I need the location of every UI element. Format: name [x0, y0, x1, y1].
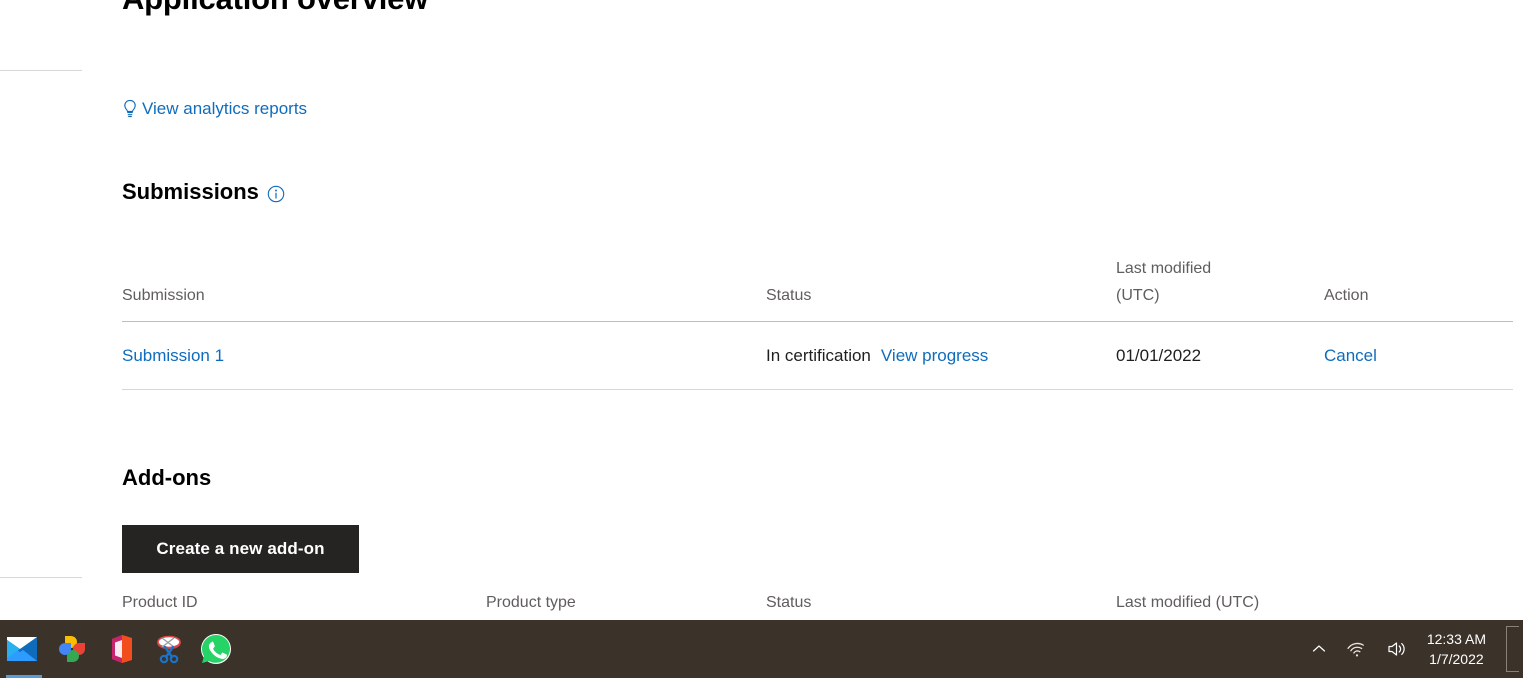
cell-action: Cancel	[1324, 321, 1513, 390]
view-progress-link[interactable]: View progress	[881, 344, 988, 368]
submission-1-link[interactable]: Submission 1	[122, 346, 224, 365]
column-header-addon-last-modified-label: Last modified (UTC)	[1116, 594, 1260, 611]
lightbulb-icon	[122, 99, 138, 119]
main-content: Application overview View analytics repo…	[122, 0, 1513, 620]
clock-time: 12:33 AM	[1426, 631, 1486, 647]
cell-status: In certification View progress	[766, 321, 1116, 390]
submissions-heading-label: Submissions	[122, 179, 259, 204]
rail-divider-bottom	[0, 577, 82, 578]
cell-last-modified: 01/01/2022	[1116, 321, 1324, 390]
google-photos-app-icon[interactable]	[48, 620, 96, 678]
whatsapp-app-icon[interactable]	[192, 620, 240, 678]
clock-date: 1/7/2022	[1429, 651, 1484, 667]
microsoft-office-app-icon[interactable]	[96, 620, 144, 678]
mail-app-icon[interactable]	[0, 620, 48, 678]
column-header-submission-label: Submission	[122, 287, 205, 304]
addons-heading-label: Add-ons	[122, 465, 212, 490]
cell-submission: Submission 1	[122, 321, 766, 390]
column-header-addon-status-label: Status	[766, 594, 812, 611]
show-desktop-button[interactable]	[1506, 626, 1519, 672]
submission-status-text: In certification	[766, 346, 871, 365]
addons-heading: Add-ons	[122, 463, 211, 493]
cancel-link[interactable]: Cancel	[1324, 346, 1377, 365]
submissions-table: Submission Status Last modified (UTC) Ac…	[122, 255, 1513, 390]
page-title: Application overview	[122, 0, 428, 20]
submissions-table-header-row: Submission Status Last modified (UTC) Ac…	[122, 255, 1513, 322]
app-viewport: Application overview View analytics repo…	[0, 0, 1523, 678]
column-header-status: Status	[766, 255, 1116, 322]
column-header-action-label: Action	[1324, 287, 1369, 304]
column-header-last-modified-line1: Last modified	[1116, 260, 1212, 277]
wifi-icon[interactable]	[1337, 620, 1377, 678]
column-header-last-modified: Last modified (UTC)	[1116, 255, 1324, 322]
info-icon[interactable]	[267, 185, 285, 203]
column-header-status-label: Status	[766, 287, 812, 304]
speaker-icon[interactable]	[1377, 620, 1417, 678]
rail-divider-top	[0, 70, 82, 71]
chevron-up-icon[interactable]	[1301, 620, 1337, 678]
column-header-submission: Submission	[122, 255, 766, 322]
column-header-product-type-label: Product type	[486, 594, 576, 611]
taskbar-app-icons	[0, 620, 240, 678]
left-nav-rail	[0, 0, 82, 620]
system-tray: 12:33 AM 1/7/2022	[1301, 620, 1523, 678]
snipping-tool-app-icon[interactable]	[144, 620, 192, 678]
submissions-heading: Submissions	[122, 177, 285, 207]
windows-taskbar: 12:33 AM 1/7/2022	[0, 620, 1523, 678]
create-a-new-add-on-button[interactable]: Create a new add-on	[122, 525, 359, 573]
taskbar-clock[interactable]: 12:33 AM 1/7/2022	[1417, 620, 1500, 678]
column-header-product-id-label: Product ID	[122, 594, 198, 611]
column-header-last-modified-line2: (UTC)	[1116, 287, 1160, 304]
view-analytics-reports-label: View analytics reports	[142, 99, 308, 118]
table-row: Submission 1 In certification View progr…	[122, 321, 1513, 390]
column-header-action: Action	[1324, 255, 1513, 322]
view-analytics-reports-link[interactable]: View analytics reports	[122, 97, 307, 121]
